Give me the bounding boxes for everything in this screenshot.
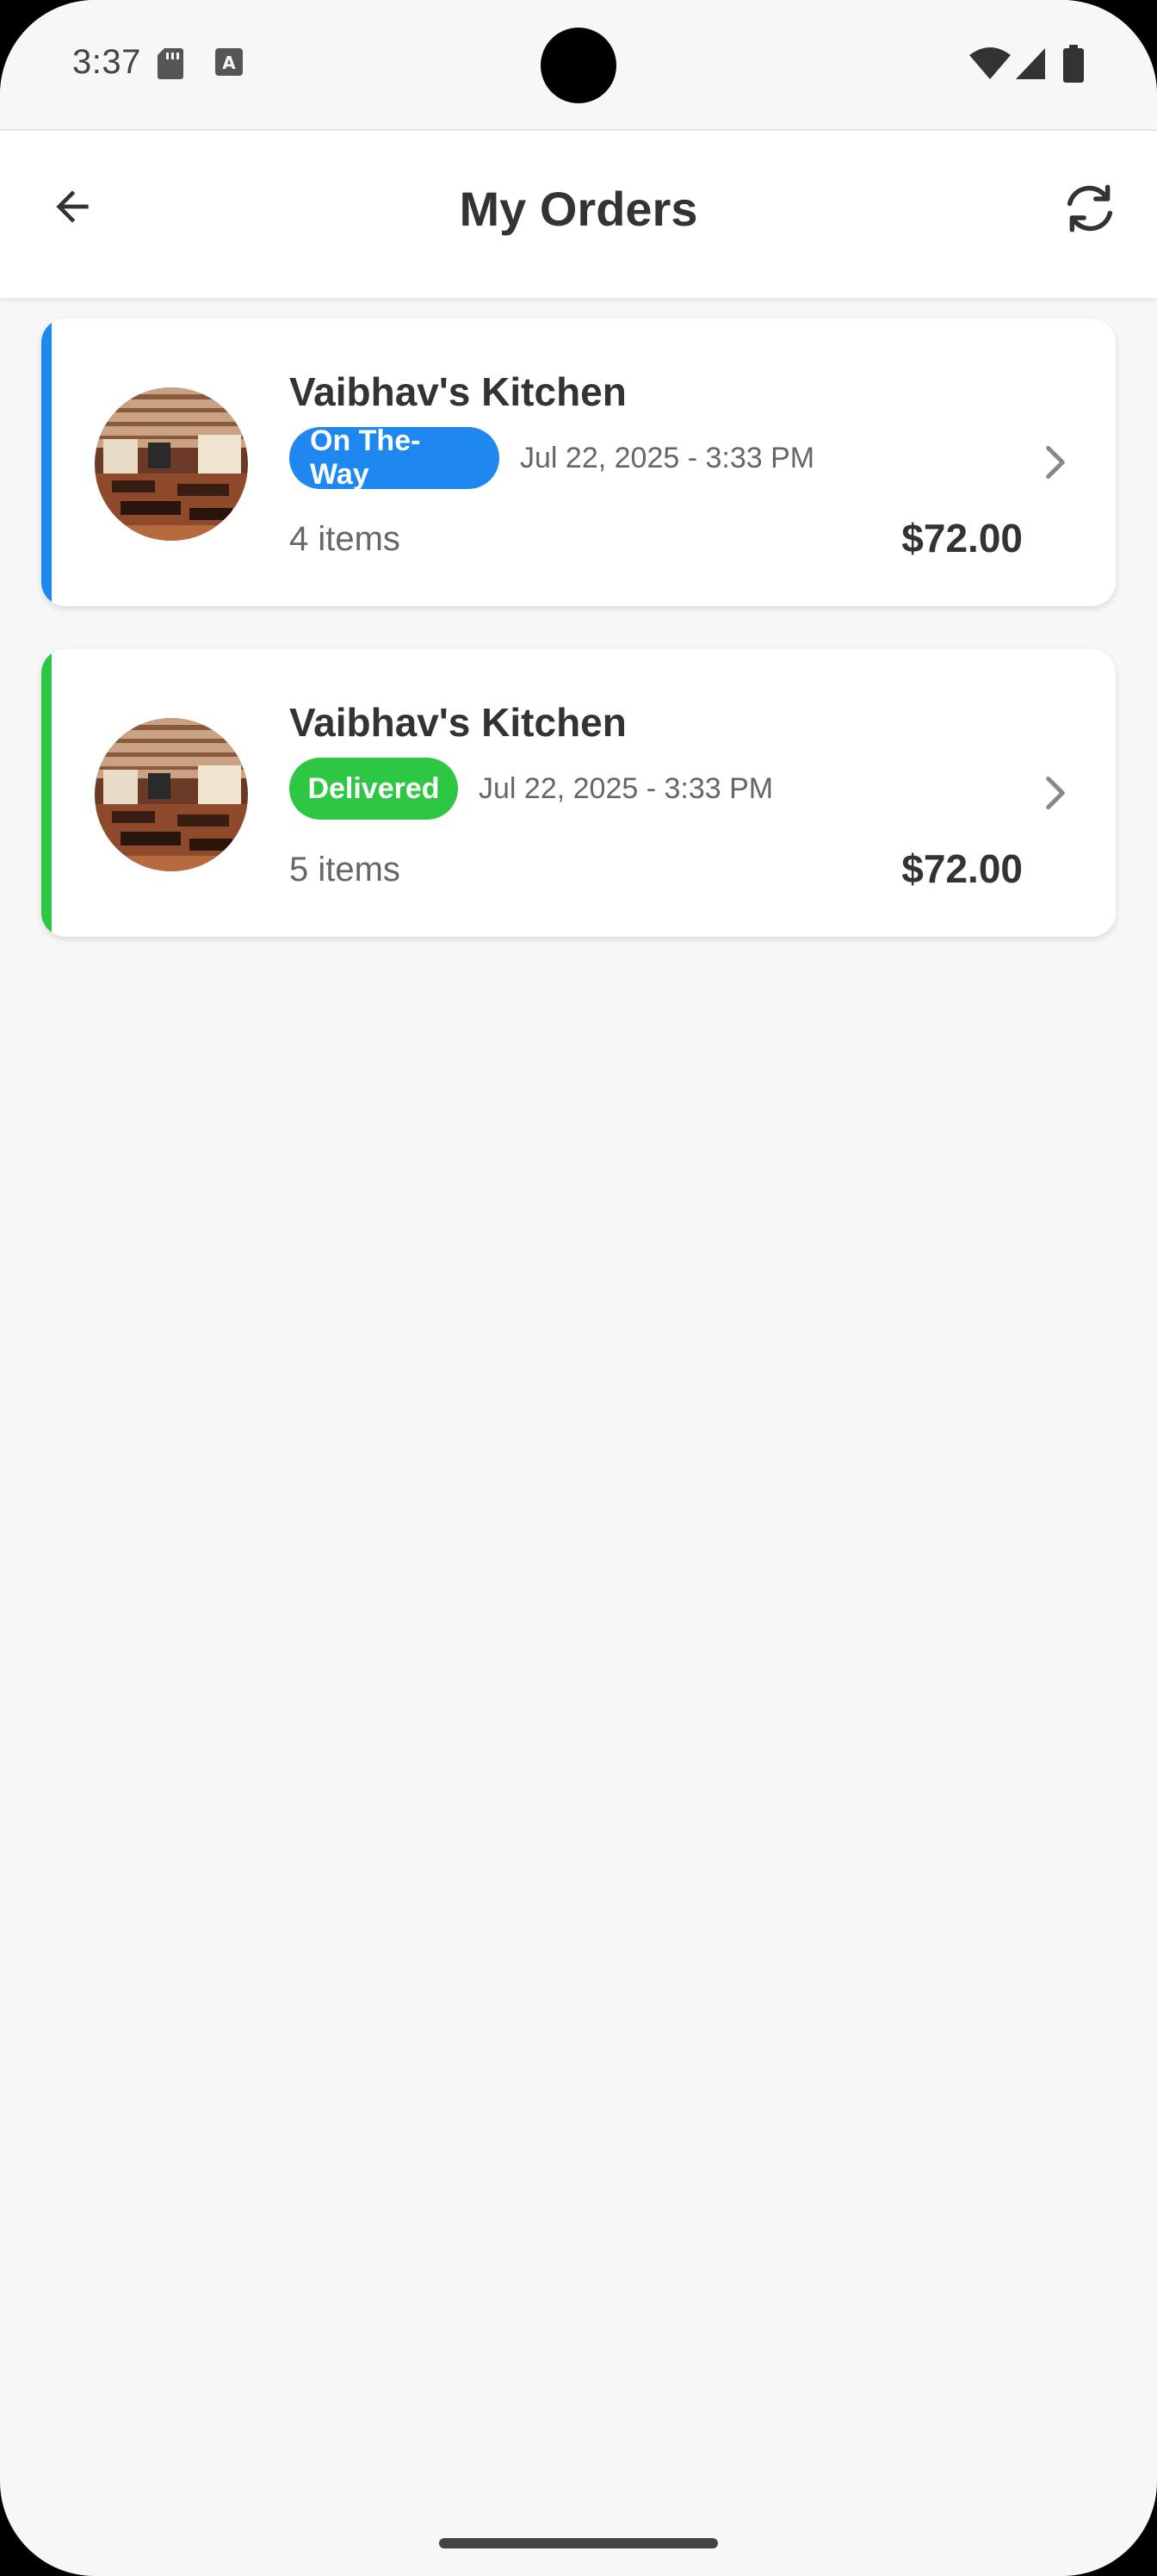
restaurant-image: [95, 387, 248, 541]
order-card[interactable]: Vaibhav's Kitchen Delivered Jul 22, 2025…: [41, 649, 1116, 937]
home-indicator[interactable]: [439, 2538, 718, 2548]
status-badge: On The-Way: [289, 424, 499, 491]
cell-signal-icon: [1014, 46, 1047, 85]
card-accent: [41, 649, 52, 937]
restaurant-name: Vaibhav's Kitchen: [289, 369, 627, 414]
app-bar: My Orders: [0, 129, 1157, 298]
battery-icon: [1062, 45, 1085, 87]
restaurant-image: [95, 718, 248, 871]
chevron-right-icon: [1030, 763, 1081, 823]
status-bar: 3:37 A: [0, 0, 1157, 129]
wifi-icon: [969, 46, 1011, 85]
page-title: My Orders: [459, 182, 698, 236]
order-total: $72.00: [901, 846, 1023, 891]
chevron-right-icon: [1030, 432, 1081, 492]
status-badge: Delivered: [289, 758, 458, 820]
refresh-icon: [1061, 180, 1118, 241]
item-count: 4 items: [289, 520, 400, 558]
order-total: $72.00: [901, 516, 1023, 560]
order-date: Jul 22, 2025 - 3:33 PM: [479, 772, 774, 805]
order-date: Jul 22, 2025 - 3:33 PM: [520, 442, 815, 474]
order-card[interactable]: Vaibhav's Kitchen On The-Way Jul 22, 202…: [41, 319, 1116, 606]
keyboard-a-icon: A: [213, 46, 244, 82]
item-count: 5 items: [289, 851, 400, 889]
svg-text:A: A: [222, 53, 236, 73]
sd-card-icon: [157, 46, 184, 85]
card-accent: [41, 319, 52, 606]
refresh-button[interactable]: [1050, 170, 1129, 250]
status-time: 3:37: [72, 43, 141, 81]
restaurant-name: Vaibhav's Kitchen: [289, 700, 627, 745]
front-camera: [541, 28, 616, 103]
device-screen: 3:37 A My Orders Vaibhav's Kitchen On Th…: [0, 0, 1157, 2576]
